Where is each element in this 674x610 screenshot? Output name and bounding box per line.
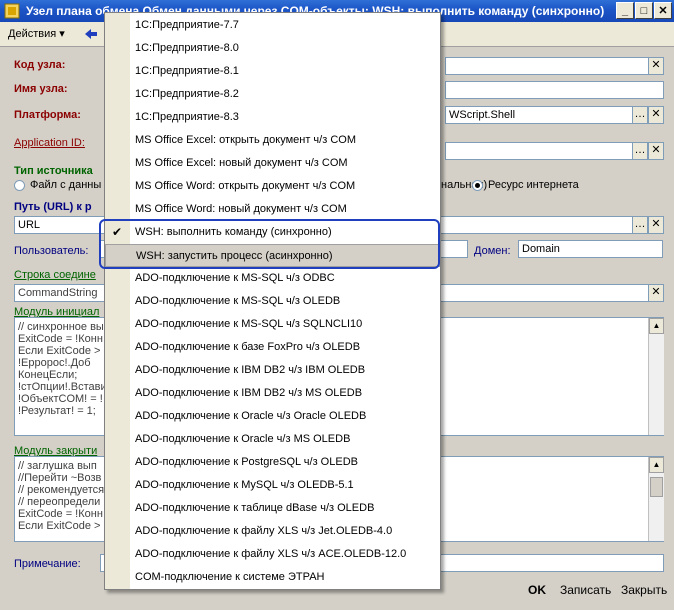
close-window-button[interactable]: ✕	[654, 2, 672, 19]
ok-button[interactable]: OK	[528, 583, 546, 603]
menu-item-label: ADO-подключение к MS-SQL ч/з OLEDB	[135, 295, 341, 307]
init-module-scrollbar[interactable]: ▲	[648, 318, 664, 435]
platform-select-button[interactable]: …	[632, 106, 648, 124]
menu-item[interactable]: 1С:Предприятие-8.0	[105, 37, 440, 60]
menu-item-label: COM-подключение к системе ЭТРАН	[135, 571, 325, 583]
platform-field[interactable]: WScript.Shell	[445, 106, 633, 124]
node-code-field[interactable]	[445, 57, 649, 75]
close-button[interactable]: Закрыть	[621, 583, 667, 603]
menu-item[interactable]: MS Office Excel: новый документ ч/з COM	[105, 152, 440, 175]
menu-item[interactable]: ADO-подключение к Oracle ч/з MS OLEDB	[105, 428, 440, 451]
maximize-button[interactable]: □	[635, 2, 653, 19]
menu-item-label: ADO-подключение к IBM DB2 ч/з MS OLEDB	[135, 387, 363, 399]
save-button[interactable]: Записать	[560, 583, 611, 603]
menu-item-label: 1С:Предприятие-8.2	[135, 88, 239, 100]
checkmark-icon: ✔	[112, 225, 123, 239]
path-label: Путь (URL) к р	[14, 201, 92, 213]
menu-item[interactable]: ADO-подключение к MySQL ч/з OLEDB-5.1	[105, 474, 440, 497]
clear-path-button[interactable]: ✕	[648, 216, 664, 234]
menu-item[interactable]: ADO-подключение к файлу XLS ч/з Jet.OLED…	[105, 520, 440, 543]
menu-item[interactable]: ADO-подключение к MS-SQL ч/з SQLNCLI10	[105, 313, 440, 336]
domain-field[interactable]: Domain	[518, 240, 663, 258]
note-label: Примечание:	[14, 558, 81, 570]
menu-item-label: 1С:Предприятие-8.1	[135, 65, 239, 77]
menu-item[interactable]: MS Office Word: новый документ ч/з COM	[105, 198, 440, 221]
menu-item[interactable]: 1С:Предприятие-7.7	[105, 14, 440, 37]
domain-label: Домен:	[474, 245, 511, 257]
app-icon	[4, 3, 20, 19]
menu-item-label: MS Office Word: новый документ ч/з COM	[135, 203, 347, 215]
menu-item-label: ADO-подключение к MS-SQL ч/з SQLNCLI10	[135, 318, 363, 330]
scroll-up-icon[interactable]: ▲	[649, 457, 664, 473]
node-name-field[interactable]	[445, 81, 664, 99]
menu-item-label: 1С:Предприятие-8.0	[135, 42, 239, 54]
clear-conn-string-button[interactable]: ✕	[648, 284, 664, 302]
menu-item-label: 1С:Предприятие-7.7	[135, 19, 239, 31]
radio-file[interactable]	[14, 180, 25, 191]
menu-item-label: MS Office Excel: открыть документ ч/з CO…	[135, 134, 356, 146]
menu-item-label: ADO-подключение к файлу XLS ч/з Jet.OLED…	[135, 525, 393, 537]
clear-app-id-button[interactable]: ✕	[648, 142, 664, 160]
menu-item[interactable]: ADO-подключение к IBM DB2 ч/з IBM OLEDB	[105, 359, 440, 382]
user-label: Пользователь:	[14, 245, 89, 257]
radio-file-label: Файл с данны	[30, 179, 102, 191]
platform-label: Платформа:	[14, 109, 81, 121]
menu-item[interactable]: ADO-подключение к таблице dBase ч/з OLED…	[105, 497, 440, 520]
app-id-field[interactable]	[445, 142, 633, 160]
menu-item[interactable]: ADO-подключение к MS-SQL ч/з ODBC	[105, 267, 440, 290]
path-select-button[interactable]: …	[632, 216, 648, 234]
menu-item-label: ADO-подключение к MS-SQL ч/з ODBC	[135, 272, 335, 284]
scroll-up-icon[interactable]: ▲	[649, 318, 664, 334]
node-name-label: Имя узла:	[14, 83, 68, 95]
app-id-label[interactable]: Application ID:	[14, 137, 85, 149]
menu-item-label: 1С:Предприятие-8.3	[135, 111, 239, 123]
menu-item[interactable]: ADO-подключение к Oracle ч/з Oracle OLED…	[105, 405, 440, 428]
menu-item[interactable]: ✔ WSH: выполнить команду (синхронно)	[105, 221, 440, 244]
conn-string-label[interactable]: Строка соедине	[14, 269, 96, 281]
menu-item-label: MS Office Excel: новый документ ч/з COM	[135, 157, 348, 169]
actions-menu-button[interactable]: Действия ▾	[8, 27, 65, 40]
menu-item[interactable]: WSH: запустить процесс (асинхронно)	[105, 244, 440, 267]
menu-item-label: ADO-подключение к MySQL ч/з OLEDB-5.1	[135, 479, 354, 491]
menu-item-label: ADO-подключение к PostgreSQL ч/з OLEDB	[135, 456, 358, 468]
node-code-label: Код узла:	[14, 59, 66, 71]
menu-item[interactable]: 1С:Предприятие-8.3	[105, 106, 440, 129]
app-id-select-button[interactable]: …	[632, 142, 648, 160]
menu-item[interactable]: ADO-подключение к IBM DB2 ч/з MS OLEDB	[105, 382, 440, 405]
menu-item[interactable]: 1С:Предприятие-8.1	[105, 60, 440, 83]
menu-item[interactable]: COM-подключение к системе ЭТРАН	[105, 566, 440, 589]
close-module-scrollbar[interactable]: ▲	[648, 457, 664, 541]
menu-item[interactable]: 1С:Предприятие-8.2	[105, 83, 440, 106]
menu-item-label: MS Office Word: открыть документ ч/з COM	[135, 180, 356, 192]
menu-item-label: ADO-подключение к Oracle ч/з Oracle OLED…	[135, 410, 367, 422]
menu-item[interactable]: MS Office Word: открыть документ ч/з COM	[105, 175, 440, 198]
menu-item[interactable]: ADO-подключение к файлу XLS ч/з ACE.OLED…	[105, 543, 440, 566]
minimize-button[interactable]: _	[616, 2, 634, 19]
menu-item[interactable]: MS Office Excel: открыть документ ч/з CO…	[105, 129, 440, 152]
platform-dropdown-menu: 1С:Предприятие-7.7 1С:Предприятие-8.0 1С:П…	[104, 12, 441, 590]
scroll-thumb[interactable]	[650, 477, 663, 497]
menu-item-label: ADO-подключение к базе FoxPro ч/з OLEDB	[135, 341, 361, 353]
menu-item-label: WSH: выполнить команду (синхронно)	[135, 226, 332, 238]
clear-platform-button[interactable]: ✕	[648, 106, 664, 124]
menu-item-label: ADO-подключение к IBM DB2 ч/з IBM OLEDB	[135, 364, 366, 376]
menu-item[interactable]: ADO-подключение к MS-SQL ч/з OLEDB	[105, 290, 440, 313]
menu-item-label: ADO-подключение к файлу XLS ч/з ACE.OLED…	[135, 548, 407, 560]
radio-web[interactable]	[472, 180, 483, 191]
menu-item[interactable]: ADO-подключение к PostgreSQL ч/з OLEDB	[105, 451, 440, 474]
clear-node-code-button[interactable]: ✕	[648, 57, 664, 75]
menu-item-label: WSH: запустить процесс (асинхронно)	[136, 250, 333, 262]
menu-item[interactable]: ADO-подключение к базе FoxPro ч/з OLEDB	[105, 336, 440, 359]
menu-item-label: ADO-подключение к Oracle ч/з MS OLEDB	[135, 433, 351, 445]
menu-item-label: ADO-подключение к таблице dBase ч/з OLED…	[135, 502, 375, 514]
radio-web-label: Ресурс интернета	[488, 179, 579, 191]
source-type-label: Тип источника	[14, 165, 93, 177]
arrow-left-icon[interactable]	[84, 28, 98, 40]
